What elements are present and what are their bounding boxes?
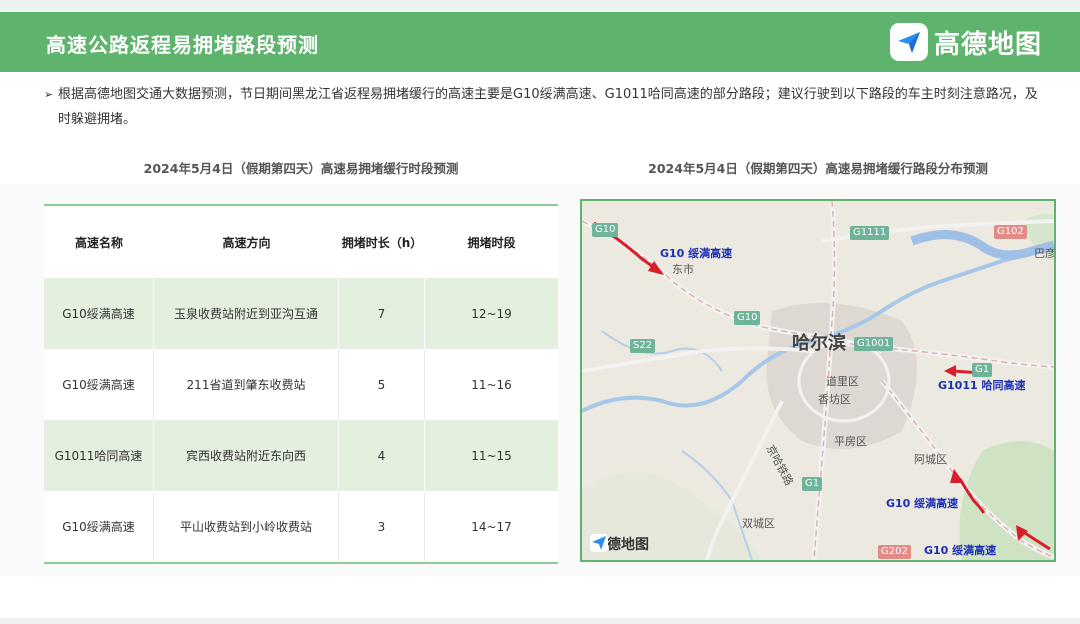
table-cell: G10绥满高速 — [44, 491, 154, 562]
table-header-row: 高速名称 高速方向 拥堵时长（h） 拥堵时段 — [44, 206, 558, 278]
highway-shield: G1111 — [850, 226, 890, 240]
column-header: 拥堵时长（h） — [341, 235, 423, 250]
congestion-table: 高速名称 高速方向 拥堵时长（h） 拥堵时段 G10绥满高速 玉泉收费站附近到亚… — [44, 204, 558, 564]
table-cell: 7 — [339, 278, 425, 349]
column-header: 高速名称 — [74, 235, 123, 250]
table-row: G10绥满高速 平山收费站到小岭收费站 3 14~17 — [44, 491, 558, 562]
congestion-callout: G1011 哈同高速 — [938, 379, 1026, 392]
brand-logo-group: 高德地图 — [889, 22, 1042, 62]
table-cell: 5 — [339, 349, 425, 420]
table-cell: G10绥满高速 — [44, 349, 154, 420]
table-row: G10绥满高速 玉泉收费站附近到亚沟互通 7 12~19 — [44, 278, 558, 349]
table-cell: 12~19 — [471, 306, 512, 321]
highway-shield: G1001 — [854, 337, 894, 351]
map-place-label: 香坊区 — [818, 393, 851, 406]
map-place-label: 阿城区 — [914, 453, 947, 466]
congestion-callout: G10 绥满高速 — [660, 247, 733, 260]
column-header: 高速方向 — [222, 235, 271, 250]
brand-name: 高德地图 — [933, 29, 1042, 60]
footer-strip — [0, 618, 1080, 624]
table-cell: 平山收费站到小岭收费站 — [154, 491, 339, 562]
amap-logo-icon — [889, 23, 928, 61]
table-cell: 玉泉收费站附近到亚沟互通 — [154, 278, 339, 349]
table-cell: G1011哈同高速 — [44, 420, 154, 491]
map-city-label: 哈尔滨 — [792, 333, 846, 354]
map-place-label: 平房区 — [834, 435, 867, 448]
page-title: 高速公路返程易拥堵路段预测 — [46, 33, 319, 57]
bullet-arrow-icon: ➢ — [44, 88, 54, 101]
table-row: G10绥满高速 211省道到肇东收费站 5 11~16 — [44, 349, 558, 420]
intro-paragraph: ➢ 根据高德地图交通大数据预测，节日期间黑龙江省返程易拥堵缓行的高速主要是G10… — [44, 82, 1048, 132]
table-cell: G10绥满高速 — [44, 278, 154, 349]
table-row: G1011哈同高速 宾西收费站附近东向西 4 11~15 — [44, 420, 558, 491]
highway-shield: G1 — [972, 363, 993, 377]
table-cell: 3 — [339, 491, 425, 562]
table-cell: 11~15 — [471, 448, 512, 463]
table-cell: 11~16 — [471, 377, 512, 392]
highway-shield: S22 — [630, 339, 656, 353]
table-cell: 宾西收费站附近东向西 — [154, 420, 339, 491]
map-place-label: 东市 — [672, 263, 694, 276]
congestion-map[interactable]: G10 G1111 G102 G10 S22 G1001 G1 G202 G1 … — [580, 199, 1056, 562]
map-watermark: 高德地图 — [590, 534, 649, 554]
amap-watermark-icon — [590, 534, 608, 552]
congestion-callout: G10 绥满高速 — [924, 544, 997, 557]
highway-shield: G102 — [994, 225, 1027, 239]
map-title: 2024年5月4日（假期第四天）高速易拥堵缓行路段分布预测 — [648, 161, 988, 176]
column-header: 拥堵时段 — [467, 235, 516, 250]
intro-text: 根据高德地图交通大数据预测，节日期间黑龙江省返程易拥堵缓行的高速主要是G10绥满… — [58, 87, 1038, 127]
map-place-label: 双城区 — [742, 517, 775, 530]
page-header: 高速公路返程易拥堵路段预测 高德地图 — [0, 12, 1080, 72]
congestion-callout: G10 绥满高速 — [886, 497, 959, 510]
table-cell: 211省道到肇东收费站 — [154, 349, 339, 420]
table-cell: 14~17 — [471, 519, 512, 534]
highway-shield: G202 — [878, 545, 911, 559]
table-cell: 4 — [339, 420, 425, 491]
highway-shield: G1 — [802, 477, 823, 491]
highway-shield: G10 — [734, 311, 761, 325]
table-title: 2024年5月4日（假期第四天）高速易拥堵缓行时段预测 — [143, 161, 459, 176]
map-place-label: 巴彦 — [1034, 247, 1056, 260]
top-strip — [0, 0, 1080, 12]
highway-shield: G10 — [592, 223, 619, 237]
map-place-label: 道里区 — [826, 375, 859, 388]
